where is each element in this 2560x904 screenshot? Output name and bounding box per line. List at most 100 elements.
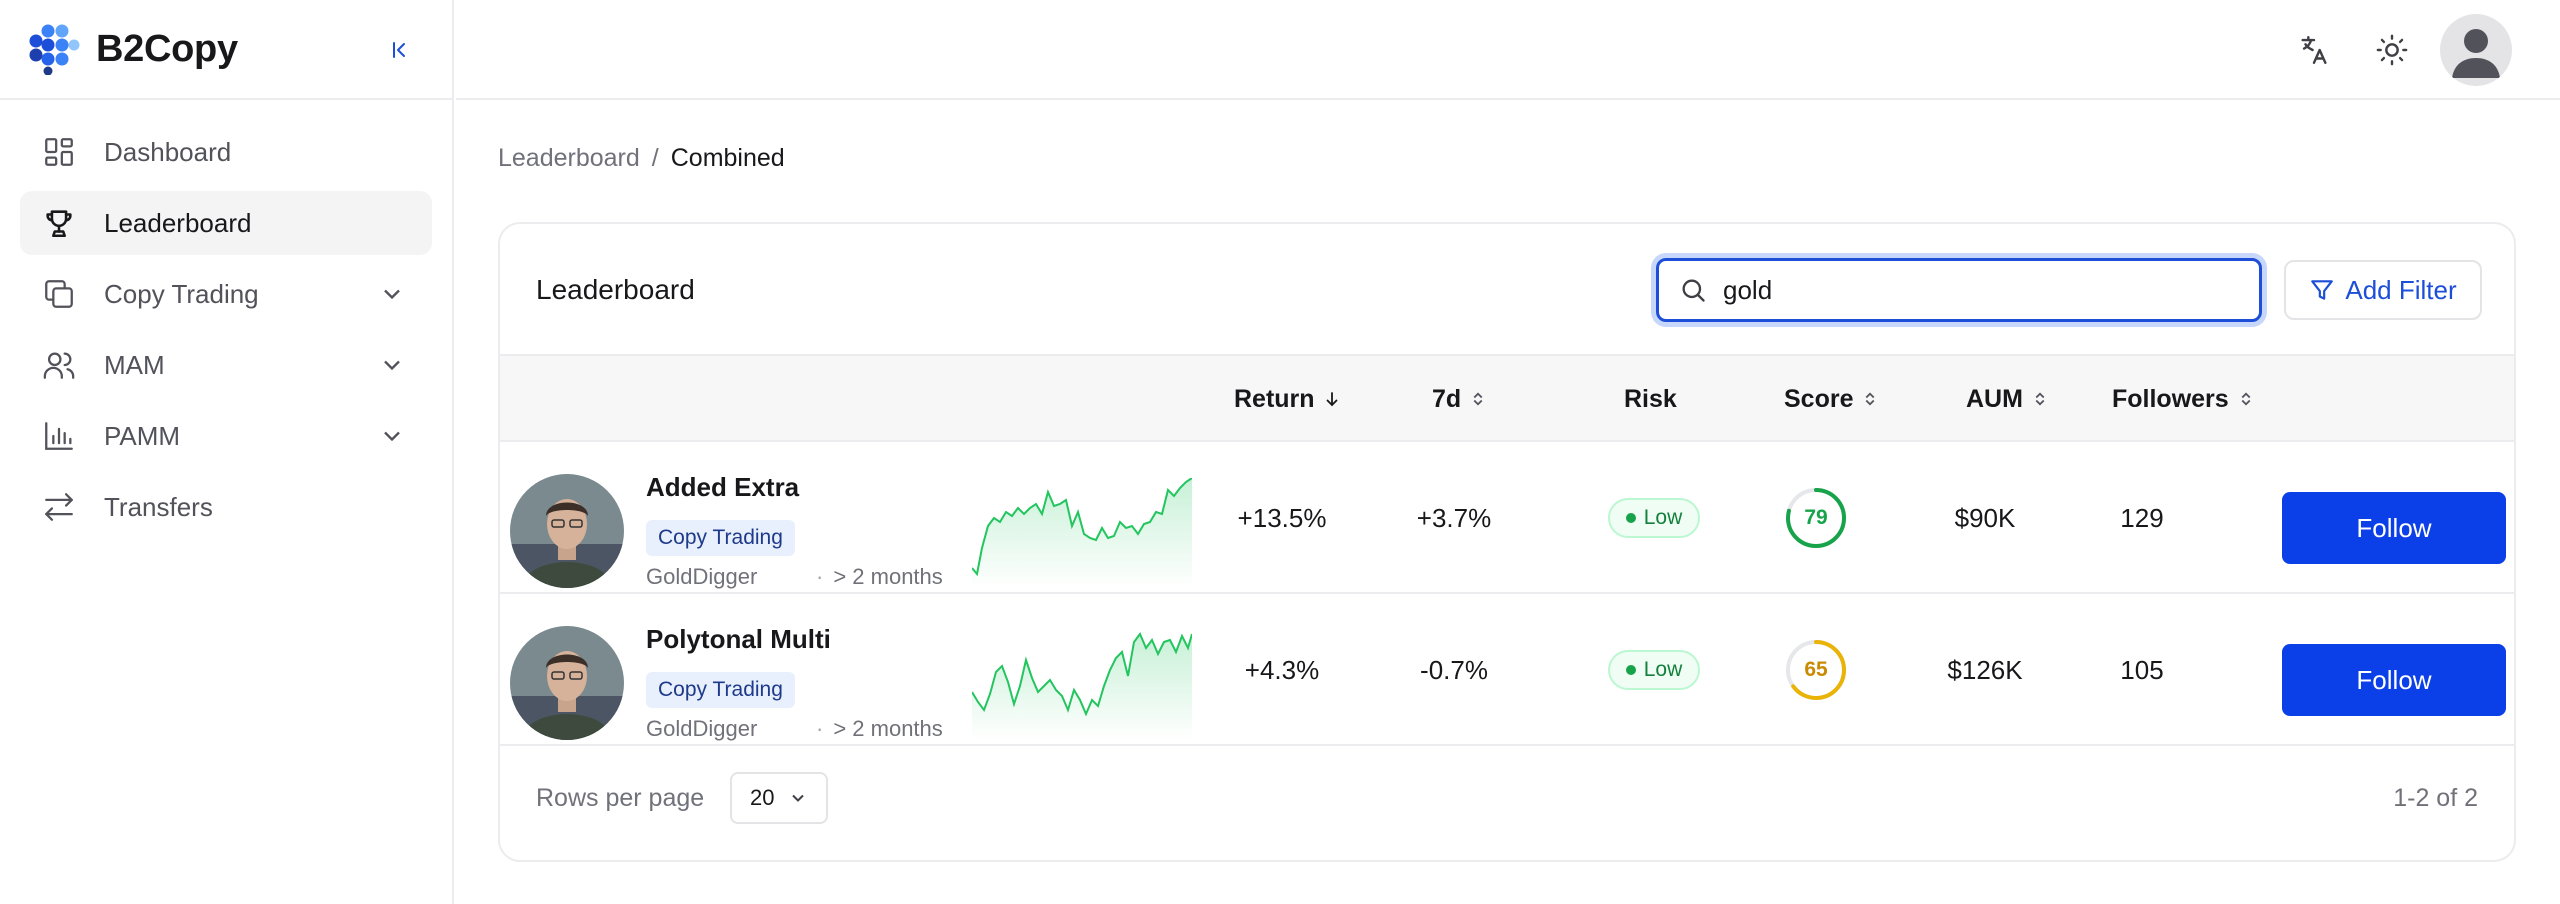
app-root: B2Copy Dashboard Leaderboard Copy Tradin…	[0, 0, 2560, 904]
column-header-7d[interactable]: 7d	[1432, 356, 1487, 442]
sidebar-item-label: MAM	[104, 349, 165, 380]
aum-cell: $90K	[1954, 502, 2016, 533]
score-value: 79	[1804, 506, 1828, 529]
score-cell: 65	[1766, 594, 1866, 746]
search-input[interactable]	[1723, 274, 2223, 306]
sort-icon	[2035, 392, 2045, 406]
filter-icon	[2311, 280, 2334, 300]
table-header: Return 7d Risk Score AUM Followers	[500, 356, 2514, 442]
follow-button[interactable]: Follow	[2282, 492, 2506, 564]
risk-dot	[1625, 665, 1636, 675]
column-header-risk: Risk	[1624, 356, 1677, 442]
add-filter-button[interactable]: Add Filter	[2284, 260, 2482, 320]
risk-badge: Low	[1607, 498, 1701, 538]
sidebar-item-transfers[interactable]: Transfers	[20, 475, 432, 539]
trader-name[interactable]: Polytonal Multi	[646, 624, 831, 655]
strategy-tag: Copy Trading	[646, 672, 795, 708]
risk-dot	[1625, 513, 1636, 523]
sidebar-item-label: Transfers	[104, 491, 213, 522]
card-header: Leaderboard Add Filter	[500, 224, 2514, 356]
dashboard-icon	[42, 135, 76, 169]
trader-owner: GoldDigger	[646, 564, 758, 589]
users-icon	[42, 348, 76, 382]
sort-icon	[1473, 392, 1483, 406]
risk-cell: Low	[1574, 442, 1734, 594]
user-avatar-icon	[2452, 29, 2500, 78]
sidebar-item-leaderboard[interactable]: Leaderboard	[20, 191, 432, 255]
sidebar-item-pamm[interactable]: PAMM	[20, 404, 432, 468]
follow-button[interactable]: Follow	[2282, 644, 2506, 716]
score-cell: 79	[1766, 442, 1866, 594]
brand-name: B2Copy	[96, 27, 238, 70]
score-ring: 65	[1784, 638, 1848, 702]
user-avatar-button[interactable]	[2440, 14, 2512, 86]
sidebar-nav: Dashboard Leaderboard Copy Trading MAM P…	[0, 100, 452, 566]
trophy-icon	[42, 206, 76, 240]
sort-icon	[2241, 392, 2251, 406]
table-row[interactable]: Added Extra Copy Trading GoldDigger · > 2…	[500, 442, 2514, 594]
score-ring: 79	[1784, 486, 1848, 550]
rows-per-page-select[interactable]: 20	[730, 772, 828, 824]
separator-dot: ·	[816, 564, 824, 589]
duration-text: > 2 months	[833, 564, 943, 589]
column-header-return[interactable]: Return	[1234, 356, 1341, 442]
followers-cell: 105	[2120, 654, 2164, 685]
table-footer: Rows per page 20 1-2 of 2	[500, 746, 2514, 846]
copy-icon	[42, 277, 76, 311]
pagination-range: 1-2 of 2	[2393, 784, 2478, 812]
column-label: Score	[1784, 384, 1854, 413]
sidebar-item-label: Dashboard	[104, 136, 232, 167]
transfer-icon	[42, 490, 76, 524]
collapse-sidebar-button[interactable]	[384, 32, 416, 68]
sidebar-item-mam[interactable]: MAM	[20, 333, 432, 397]
breadcrumb-separator: /	[651, 144, 659, 172]
sidebar-item-label: PAMM	[104, 420, 181, 451]
topbar	[456, 0, 2560, 100]
chevron-down-icon	[384, 289, 400, 300]
sort-icon	[1866, 392, 1875, 406]
rows-per-page-value: 20	[750, 785, 775, 810]
column-header-score[interactable]: Score	[1784, 356, 1879, 442]
trader-duration: · > 2 months	[816, 716, 943, 742]
language-button[interactable]	[2294, 30, 2334, 70]
column-label: 7d	[1432, 384, 1462, 413]
trader-name[interactable]: Added Extra	[646, 472, 799, 503]
aum-cell: $126K	[1947, 654, 2023, 685]
chevron-down-icon	[792, 794, 805, 802]
risk-label: Low	[1643, 506, 1683, 529]
breadcrumb-link-leaderboard[interactable]: Leaderboard	[498, 144, 640, 173]
sparkline-chart	[972, 478, 1192, 588]
trader-owner: GoldDigger	[646, 716, 758, 741]
strategy-tag: Copy Trading	[646, 520, 795, 556]
score-value: 65	[1804, 658, 1828, 681]
return-cell: +13.5%	[1237, 502, 1327, 533]
7d-cell: +3.7%	[1416, 502, 1492, 533]
duration-text: > 2 months	[833, 716, 943, 741]
breadcrumb-current: Combined	[670, 144, 785, 172]
trader-avatar	[510, 474, 624, 588]
column-label: Risk	[1624, 384, 1677, 413]
risk-badge: Low	[1607, 650, 1701, 690]
brand: B2Copy	[0, 0, 452, 100]
risk-label: Low	[1643, 658, 1683, 681]
theme-toggle-button[interactable]	[2372, 30, 2412, 70]
sidebar: B2Copy Dashboard Leaderboard Copy Tradin…	[0, 0, 454, 904]
leaderboard-card: Leaderboard Add Filter Return 7d	[498, 222, 2516, 862]
arrow-down-icon	[1326, 392, 1337, 407]
table-row[interactable]: Polytonal Multi Copy Trading GoldDigger …	[500, 594, 2514, 746]
column-header-followers[interactable]: Followers	[2112, 356, 2255, 442]
return-cell: +4.3%	[1244, 654, 1320, 685]
chevron-down-icon	[384, 360, 400, 371]
column-label: AUM	[1966, 384, 2023, 413]
7d-cell: -0.7%	[1420, 654, 1488, 685]
risk-cell: Low	[1574, 594, 1734, 746]
search-box[interactable]	[1656, 258, 2262, 322]
trader-avatar	[510, 626, 624, 740]
followers-cell: 129	[2120, 502, 2164, 533]
bar-chart-icon	[42, 419, 76, 453]
sidebar-item-copy-trading[interactable]: Copy Trading	[20, 262, 432, 326]
sidebar-item-dashboard[interactable]: Dashboard	[20, 120, 432, 184]
add-filter-label: Add Filter	[2345, 274, 2457, 305]
column-header-aum[interactable]: AUM	[1966, 356, 2049, 442]
brand-logo	[29, 24, 80, 75]
